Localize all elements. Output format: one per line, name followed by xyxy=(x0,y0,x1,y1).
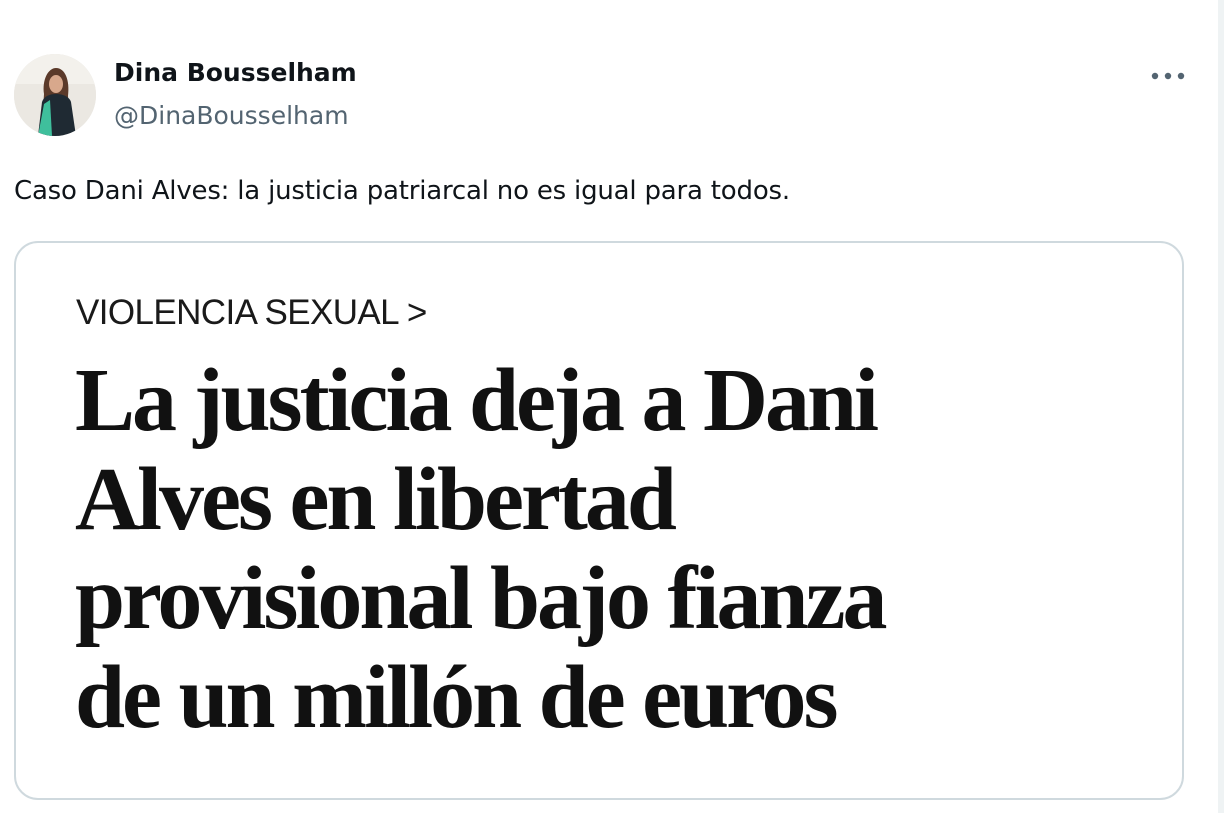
avatar[interactable] xyxy=(14,54,96,136)
headline-line: La justicia deja a Dani xyxy=(75,351,879,450)
media-card[interactable]: VIOLENCIA SEXUAL > La justicia deja a Da… xyxy=(14,241,1184,800)
headline-line: de un millón de euros xyxy=(75,648,839,747)
more-options-icon xyxy=(1151,72,1185,80)
headline-line: Alves en libertad xyxy=(75,450,677,549)
author-name[interactable]: Dina Bousselham xyxy=(114,58,357,88)
news-kicker: VIOLENCIA SEXUAL > xyxy=(76,293,427,332)
more-options-button[interactable] xyxy=(1146,58,1190,94)
author-handle[interactable]: @DinaBousselham xyxy=(114,101,349,131)
tweet-text: Caso Dani Alves: la justicia patriarcal … xyxy=(14,176,790,206)
news-headline: La justicia deja a Dani Alves en liberta… xyxy=(75,351,1155,747)
scrollbar-track xyxy=(1218,0,1224,813)
profile-photo xyxy=(14,54,96,136)
headline-line: provisional bajo fianza xyxy=(75,549,887,648)
